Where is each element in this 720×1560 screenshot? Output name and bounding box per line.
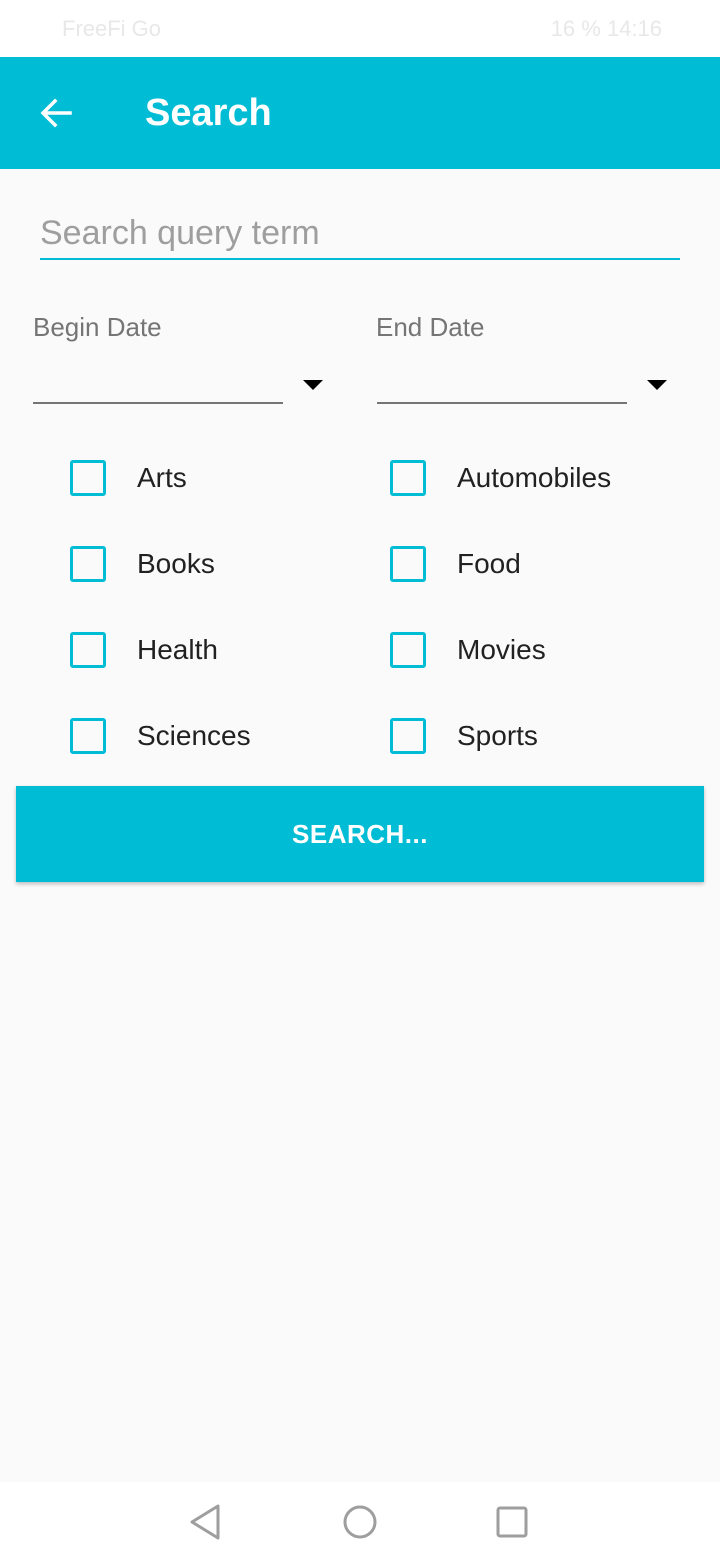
- category-health[interactable]: Health: [70, 620, 218, 680]
- checkbox[interactable]: [70, 546, 106, 582]
- begin-date-underline: [33, 402, 283, 404]
- end-date-spinner[interactable]: [377, 360, 667, 404]
- status-bar: FreeFi Go 16 % 14:16: [0, 0, 720, 57]
- status-battery-time: 16 % 14:16: [550, 16, 662, 41]
- category-label: Arts: [137, 462, 187, 493]
- page-title: Search: [145, 92, 272, 134]
- dropdown-arrow-icon: [303, 380, 323, 390]
- app-bar: Search: [0, 57, 720, 169]
- arrow-left-icon: [40, 98, 72, 128]
- checkbox[interactable]: [70, 460, 106, 496]
- category-food[interactable]: Food: [390, 534, 521, 594]
- triangle-back-icon[interactable]: [186, 1502, 226, 1542]
- search-button[interactable]: SEARCH...: [16, 786, 704, 882]
- square-recents-icon[interactable]: [492, 1502, 532, 1542]
- category-books[interactable]: Books: [70, 534, 215, 594]
- checkbox[interactable]: [390, 718, 426, 754]
- category-label: Food: [457, 548, 521, 579]
- category-label: Books: [137, 548, 215, 579]
- category-label: Sports: [457, 720, 538, 751]
- status-carrier: FreeFi Go: [62, 16, 162, 41]
- dropdown-arrow-icon: [647, 380, 667, 390]
- category-label: Sciences: [137, 720, 251, 751]
- search-query-input[interactable]: [40, 208, 680, 260]
- checkbox[interactable]: [70, 718, 106, 754]
- category-automobiles[interactable]: Automobiles: [390, 448, 611, 508]
- category-movies[interactable]: Movies: [390, 620, 546, 680]
- end-date-underline: [377, 402, 627, 404]
- end-date-label: End Date: [376, 312, 485, 342]
- checkbox[interactable]: [390, 546, 426, 582]
- category-arts[interactable]: Arts: [70, 448, 187, 508]
- category-sciences[interactable]: Sciences: [70, 706, 251, 766]
- checkbox[interactable]: [390, 460, 426, 496]
- checkbox[interactable]: [70, 632, 106, 668]
- system-nav-bar: [0, 1482, 720, 1560]
- begin-date-spinner[interactable]: [33, 360, 323, 404]
- checkbox[interactable]: [390, 632, 426, 668]
- back-button[interactable]: [28, 85, 84, 141]
- category-label: Health: [137, 634, 218, 665]
- category-label: Automobiles: [457, 462, 612, 493]
- category-label: Movies: [457, 634, 546, 665]
- circle-home-icon[interactable]: [340, 1502, 380, 1542]
- category-sports[interactable]: Sports: [390, 706, 538, 766]
- begin-date-label: Begin Date: [33, 312, 162, 342]
